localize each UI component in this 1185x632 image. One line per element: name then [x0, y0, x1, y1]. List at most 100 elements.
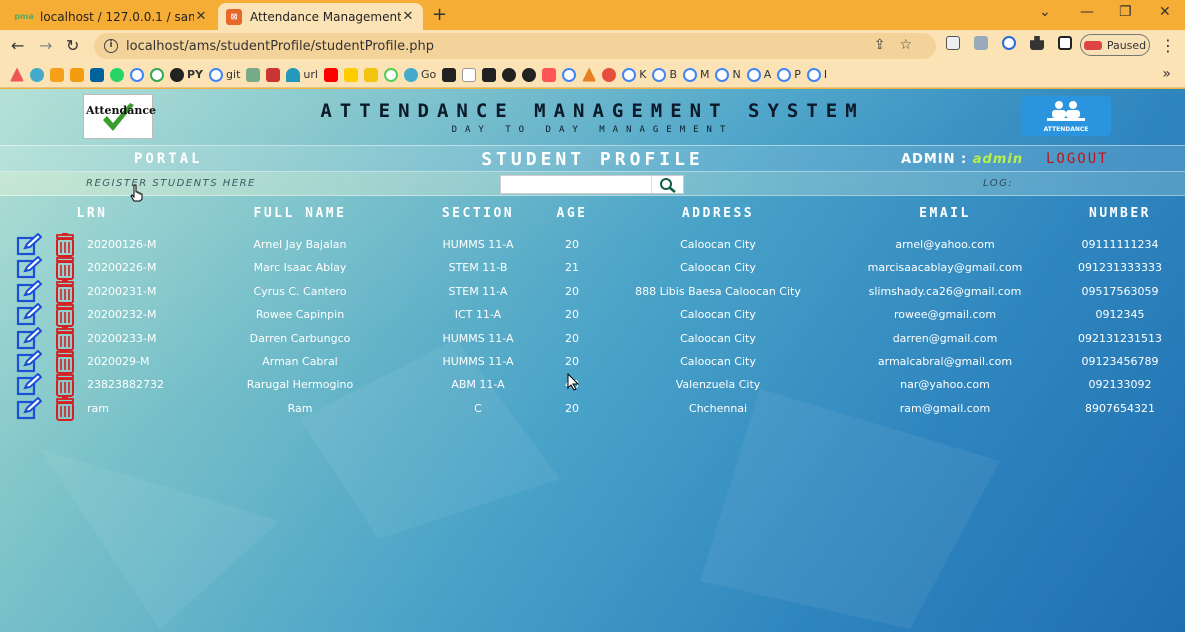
bookmark-item[interactable] [383, 67, 398, 82]
profile-paused-button[interactable]: Paused [1080, 34, 1150, 56]
bookmark-item[interactable] [323, 67, 338, 82]
edit-icon[interactable] [16, 326, 43, 351]
bookmark-item[interactable] [542, 67, 557, 82]
bookmark-item[interactable]: I [806, 67, 827, 82]
share-and-bookmark-icons[interactable]: ⇪☆ [874, 37, 926, 53]
column-header-section: SECTION [441, 206, 515, 221]
bookmark-item[interactable] [10, 67, 24, 82]
bookmark-item[interactable]: PY [170, 67, 203, 82]
bookmark-item[interactable]: A [746, 67, 771, 82]
cell-section: STEM 11-A [448, 284, 508, 298]
logo-right-text: ATTENDANCE [1043, 126, 1089, 133]
bookmark-item[interactable] [522, 67, 537, 82]
bookmark-item[interactable]: P [777, 67, 801, 82]
cell-number: 8907654321 [1085, 401, 1155, 415]
edit-icon[interactable] [16, 349, 43, 374]
search-icon [659, 177, 676, 193]
edit-icon[interactable] [16, 232, 43, 257]
edit-icon[interactable] [16, 373, 43, 397]
delete-icon[interactable] [52, 350, 78, 374]
browser-tab-ams[interactable]: ⊠ Attendance Management System ✕ [218, 3, 423, 30]
column-header-address: ADDRESS [681, 206, 755, 221]
cell-age: 20 [565, 284, 579, 298]
cell-number: 091231333333 [1078, 261, 1162, 275]
edit-icon[interactable] [16, 302, 43, 327]
bookmark-item[interactable]: B [652, 67, 677, 82]
bookmark-item[interactable] [30, 67, 44, 82]
cell-lrn: 20200233-M [87, 331, 157, 345]
bookmark-item[interactable]: url [286, 67, 318, 82]
edit-icon[interactable] [16, 396, 43, 421]
side-panel-icon[interactable] [1058, 36, 1072, 50]
bookmark-label: M [699, 68, 710, 81]
register-students-link[interactable]: REGISTER STUDENTS HERE [86, 178, 256, 189]
log-label: LOG: [983, 178, 1014, 189]
search-input[interactable] [501, 176, 651, 193]
column-header-number: NUMBER [1089, 206, 1151, 221]
bookmark-item[interactable]: git [209, 67, 240, 82]
forward-icon[interactable]: → [39, 36, 52, 55]
edit-icon[interactable] [16, 279, 43, 304]
bookmark-item[interactable] [502, 67, 517, 82]
bookmark-item[interactable] [602, 67, 617, 82]
url-text: localhost/ams/studentProfile/studentProf… [126, 38, 435, 54]
cell-name: Darren Carbungco [249, 331, 351, 345]
site-info-icon[interactable]: i [104, 39, 118, 53]
bookmark-item[interactable] [110, 67, 124, 82]
restore-icon[interactable]: ❐ [1119, 4, 1132, 20]
search-button[interactable] [651, 176, 683, 193]
delete-icon[interactable] [52, 326, 78, 351]
new-tab-icon[interactable]: + [432, 4, 447, 25]
browser-menu-icon[interactable]: ⋮ [1160, 36, 1176, 55]
delete-icon[interactable] [52, 373, 78, 398]
cell-number: 092131231513 [1078, 331, 1162, 345]
bookmark-item[interactable] [462, 67, 477, 82]
cell-address: Caloocan City [680, 261, 756, 275]
extension-icon[interactable] [1002, 36, 1016, 50]
address-bar[interactable]: i localhost/ams/studentProfile/studentPr… [94, 33, 936, 59]
column-header-lrn: LRN [76, 206, 108, 221]
bookmark-item[interactable] [582, 67, 597, 82]
back-icon[interactable]: ← [11, 36, 24, 55]
bookmark-item[interactable] [482, 67, 497, 82]
bookmark-item[interactable] [562, 67, 577, 82]
delete-icon[interactable] [52, 256, 78, 281]
bookmark-item[interactable] [130, 67, 144, 82]
bookmark-label: P [794, 68, 801, 81]
delete-icon[interactable] [52, 396, 78, 421]
bookmark-item[interactable] [343, 67, 358, 82]
bookmark-item[interactable] [363, 67, 378, 82]
cell-name: Arnel Jay Bajalan [253, 238, 347, 251]
close-tab-icon[interactable]: ✕ [194, 9, 208, 24]
bookmark-item[interactable]: M [682, 67, 710, 82]
bookmark-item[interactable] [70, 67, 84, 82]
bookmark-item[interactable] [246, 67, 261, 82]
edit-icon[interactable] [16, 256, 43, 280]
paused-label: Paused [1106, 38, 1147, 52]
delete-icon[interactable] [52, 303, 78, 328]
bookmark-item[interactable] [90, 67, 104, 82]
bookmark-item[interactable] [266, 67, 281, 82]
bookmark-item[interactable] [442, 67, 457, 82]
table-row: 20200226-M Marc Isaac Ablay STEM 11-B 21 Cal… [0, 256, 1185, 281]
delete-icon[interactable] [52, 233, 78, 257]
bookmark-item[interactable]: K [622, 67, 646, 82]
bookmark-item[interactable] [50, 67, 64, 82]
browser-tab-phpmyadmin[interactable]: pma localhost / 127.0.0.1 / samsdb / a ✕ [8, 3, 216, 30]
close-tab-icon[interactable]: ✕ [401, 9, 415, 24]
delete-icon[interactable] [52, 279, 78, 304]
tab-search-icon[interactable]: ⌄ [1039, 4, 1051, 20]
bookmark-item[interactable] [150, 67, 164, 82]
panda-extension-icon[interactable] [946, 36, 960, 50]
extension-icon[interactable] [974, 36, 988, 50]
cell-number: 092133092 [1088, 378, 1152, 392]
more-bookmarks-icon[interactable]: » [1162, 66, 1171, 82]
minimize-icon[interactable]: — [1080, 4, 1094, 20]
reload-icon[interactable]: ↻ [66, 36, 79, 55]
bookmark-item[interactable]: N [715, 67, 741, 82]
cell-address: Chchennai [688, 401, 748, 415]
close-window-icon[interactable]: ✕ [1159, 4, 1171, 20]
logout-button[interactable]: LOGOUT [1046, 151, 1109, 167]
bookmark-item[interactable]: Go [403, 67, 436, 82]
cell-number: 09517563059 [1081, 284, 1159, 298]
